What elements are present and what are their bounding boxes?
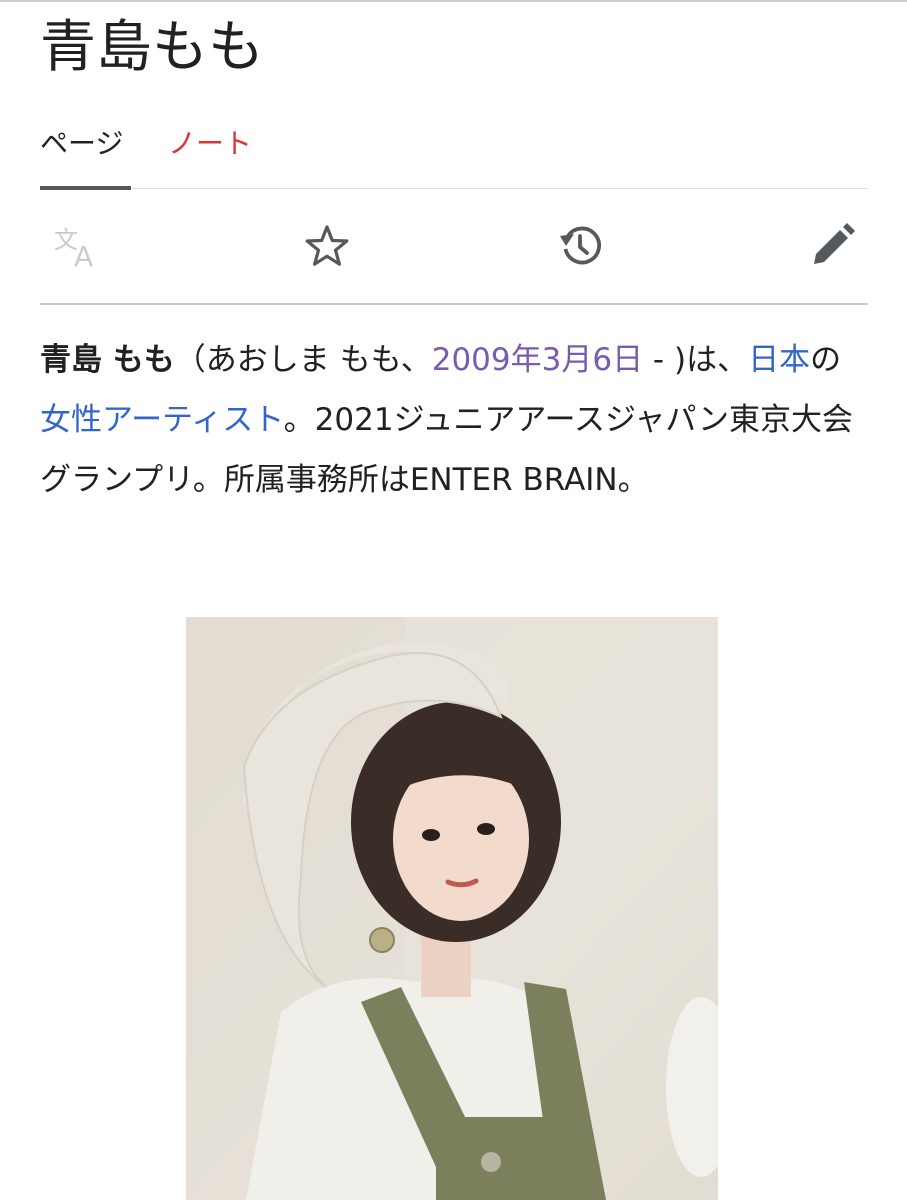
lead-paragraph: 青島 もも（あおしま もも、2009年3月6日 - )は、日本の女性アーティスト…: [40, 330, 870, 510]
page-title: 青島もも: [40, 15, 264, 80]
portrait-photo[interactable]: [186, 617, 718, 1200]
star-icon[interactable]: [303, 222, 351, 270]
dash-text: - )は、: [643, 342, 749, 378]
page-tabs: ページ ノート: [40, 118, 868, 190]
birthdate-link[interactable]: 2009年3月6日: [432, 342, 643, 378]
particle-text: の: [810, 342, 842, 378]
page-actions-toolbar: 文 A: [40, 189, 868, 305]
tab-talk[interactable]: ノート: [168, 124, 252, 164]
country-link[interactable]: 日本: [748, 342, 810, 378]
translate-icon[interactable]: 文 A: [48, 222, 96, 273]
history-icon[interactable]: [555, 222, 603, 270]
tab-page[interactable]: ページ: [40, 124, 123, 164]
profession-link[interactable]: 女性アーティスト: [40, 402, 284, 438]
top-border: [0, 0, 907, 2]
reading-text: （あおしま もも、: [174, 342, 432, 378]
svg-text:A: A: [74, 240, 93, 270]
pencil-icon[interactable]: [808, 222, 856, 270]
subject-name: 青島 もも: [40, 342, 175, 378]
